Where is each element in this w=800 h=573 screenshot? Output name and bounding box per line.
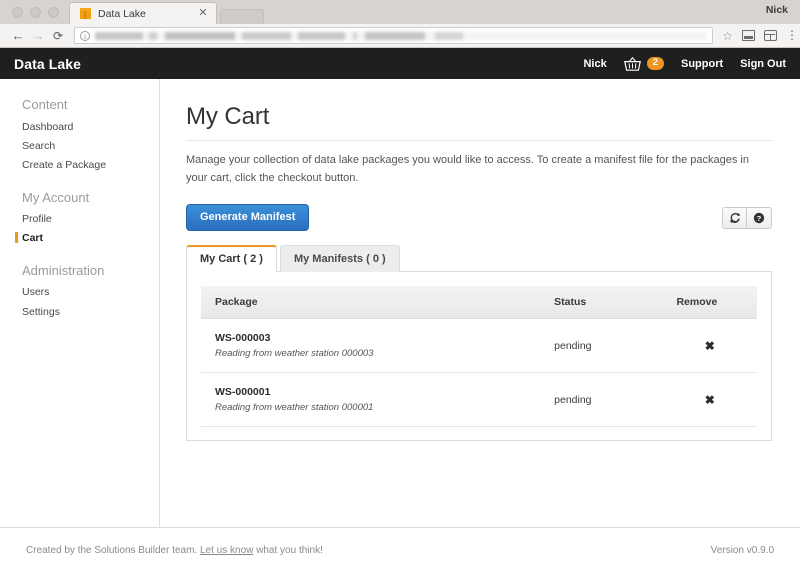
page-title: My Cart bbox=[186, 103, 772, 140]
close-icon[interactable]: ✕ bbox=[196, 8, 210, 19]
sidebar-item-create-a-package[interactable]: Create a Package bbox=[0, 155, 159, 174]
generate-manifest-button[interactable]: Generate Manifest bbox=[186, 204, 309, 231]
remove-icon[interactable]: ✖ bbox=[705, 393, 715, 407]
status-badge: pending bbox=[540, 373, 662, 427]
package-name[interactable]: WS-000001 bbox=[215, 386, 540, 398]
sidebar-item-settings[interactable]: Settings bbox=[0, 302, 159, 321]
close-window-dot[interactable] bbox=[12, 7, 23, 18]
page-description: Manage your collection of data lake pack… bbox=[186, 151, 764, 187]
sidebar-group-content: Content Dashboard Search Create a Packag… bbox=[0, 97, 159, 175]
sidebar-group-administration: Administration Users Settings bbox=[0, 263, 159, 321]
browser-profile-label[interactable]: Nick bbox=[766, 4, 788, 16]
tab-my-manifests[interactable]: My Manifests ( 0 ) bbox=[280, 245, 400, 272]
new-tab-button[interactable] bbox=[220, 9, 264, 24]
sidebar-item-dashboard[interactable]: Dashboard bbox=[0, 117, 159, 136]
remove-icon[interactable]: ✖ bbox=[705, 339, 715, 353]
cart-table-body: WS-000003 Reading from weather station 0… bbox=[201, 319, 757, 427]
footer-feedback-link[interactable]: Let us know bbox=[200, 545, 253, 556]
browser-tab-title: Data Lake bbox=[98, 8, 196, 20]
sidebar-group-title-administration: Administration bbox=[0, 263, 159, 283]
app-header: Data Lake Nick 2 Support bbox=[0, 48, 800, 79]
sidebar-item-users[interactable]: Users bbox=[0, 283, 159, 302]
header-user-name[interactable]: Nick bbox=[583, 58, 606, 70]
sidebar-item-cart[interactable]: Cart bbox=[0, 229, 159, 248]
header-cart-button[interactable]: 2 bbox=[624, 57, 664, 71]
browser-menu-icon[interactable]: ⋮ bbox=[786, 31, 792, 40]
forward-icon[interactable]: → bbox=[28, 29, 48, 42]
refresh-icon[interactable] bbox=[722, 207, 747, 229]
column-header-status[interactable]: Status bbox=[540, 286, 662, 319]
package-description: Reading from weather station 000003 bbox=[215, 348, 540, 359]
sidebar-group-my-account: My Account Profile Cart bbox=[0, 190, 159, 248]
sidebar-item-profile[interactable]: Profile bbox=[0, 210, 159, 229]
app-footer: Created by the Solutions Builder team. L… bbox=[0, 527, 800, 573]
footer-text-before: Created by the Solutions Builder team. bbox=[26, 545, 200, 556]
cart-table: Package Status Remove WS-000003 Reading … bbox=[201, 286, 757, 427]
cart-table-head: Package Status Remove bbox=[201, 286, 757, 319]
browser-tabstrip: Data Lake ✕ Nick bbox=[0, 0, 800, 24]
cell-remove: ✖ bbox=[662, 319, 757, 373]
omnibox-actions: ☆ ⋮ bbox=[713, 29, 792, 43]
minimize-window-dot[interactable] bbox=[30, 7, 41, 18]
sidebar-group-title-content: Content bbox=[0, 97, 159, 117]
url-text bbox=[95, 32, 707, 40]
package-name[interactable]: WS-000003 bbox=[215, 332, 540, 344]
cart-panel: Package Status Remove WS-000003 Reading … bbox=[186, 271, 772, 441]
support-link[interactable]: Support bbox=[681, 58, 723, 70]
cell-remove: ✖ bbox=[662, 373, 757, 427]
reload-icon[interactable]: ⟳ bbox=[48, 30, 68, 42]
browser-toolbar: ← → ⟳ i ☆ ⋮ bbox=[0, 24, 800, 48]
table-row: WS-000003 Reading from weather station 0… bbox=[201, 319, 757, 373]
site-info-icon[interactable]: i bbox=[80, 31, 90, 41]
page-body: Content Dashboard Search Create a Packag… bbox=[0, 79, 800, 527]
sidebar-item-search[interactable]: Search bbox=[0, 136, 159, 155]
profile-icon[interactable] bbox=[764, 30, 777, 41]
table-row: WS-000001 Reading from weather station 0… bbox=[201, 373, 757, 427]
icon-button-group: ? bbox=[722, 207, 772, 229]
maximize-window-dot[interactable] bbox=[48, 7, 59, 18]
status-badge: pending bbox=[540, 319, 662, 373]
shopping-basket-icon bbox=[624, 57, 641, 71]
browser-tab-active[interactable]: Data Lake ✕ bbox=[69, 2, 217, 24]
title-divider bbox=[186, 140, 772, 141]
sign-out-link[interactable]: Sign Out bbox=[740, 58, 786, 70]
address-bar[interactable]: i bbox=[74, 27, 713, 44]
column-header-remove[interactable]: Remove bbox=[662, 286, 757, 319]
bookmark-star-icon[interactable]: ☆ bbox=[722, 29, 733, 43]
tab-my-cart[interactable]: My Cart ( 2 ) bbox=[186, 245, 277, 272]
back-icon[interactable]: ← bbox=[8, 29, 28, 42]
app-brand[interactable]: Data Lake bbox=[14, 56, 81, 72]
footer-text-after: what you think! bbox=[253, 545, 322, 556]
main-content: My Cart Manage your collection of data l… bbox=[160, 79, 800, 527]
help-icon[interactable]: ? bbox=[747, 207, 772, 229]
content-tabs: My Cart ( 2 ) My Manifests ( 0 ) bbox=[186, 245, 772, 272]
table-header-row: Package Status Remove bbox=[201, 286, 757, 319]
svg-text:?: ? bbox=[757, 214, 762, 223]
extension-icon[interactable] bbox=[742, 30, 755, 41]
cell-package: WS-000001 Reading from weather station 0… bbox=[201, 373, 540, 427]
window-controls[interactable] bbox=[8, 7, 69, 24]
action-row: Generate Manifest bbox=[186, 204, 772, 231]
footer-version: Version v0.9.0 bbox=[711, 545, 774, 556]
page-viewport: Data Lake Nick 2 Support bbox=[0, 48, 800, 573]
header-nav: Nick 2 Support Sign Out bbox=[583, 57, 786, 71]
footer-credit: Created by the Solutions Builder team. L… bbox=[26, 545, 323, 556]
package-description: Reading from weather station 000001 bbox=[215, 402, 540, 413]
column-header-package[interactable]: Package bbox=[201, 286, 540, 319]
cell-package: WS-000003 Reading from weather station 0… bbox=[201, 319, 540, 373]
package-cube-icon bbox=[80, 8, 91, 19]
sidebar: Content Dashboard Search Create a Packag… bbox=[0, 79, 160, 527]
sidebar-group-title-my-account: My Account bbox=[0, 190, 159, 210]
cart-count-badge: 2 bbox=[647, 57, 664, 70]
browser-window: Data Lake ✕ Nick ← → ⟳ i ☆ ⋮ Data Lake N… bbox=[0, 0, 800, 573]
